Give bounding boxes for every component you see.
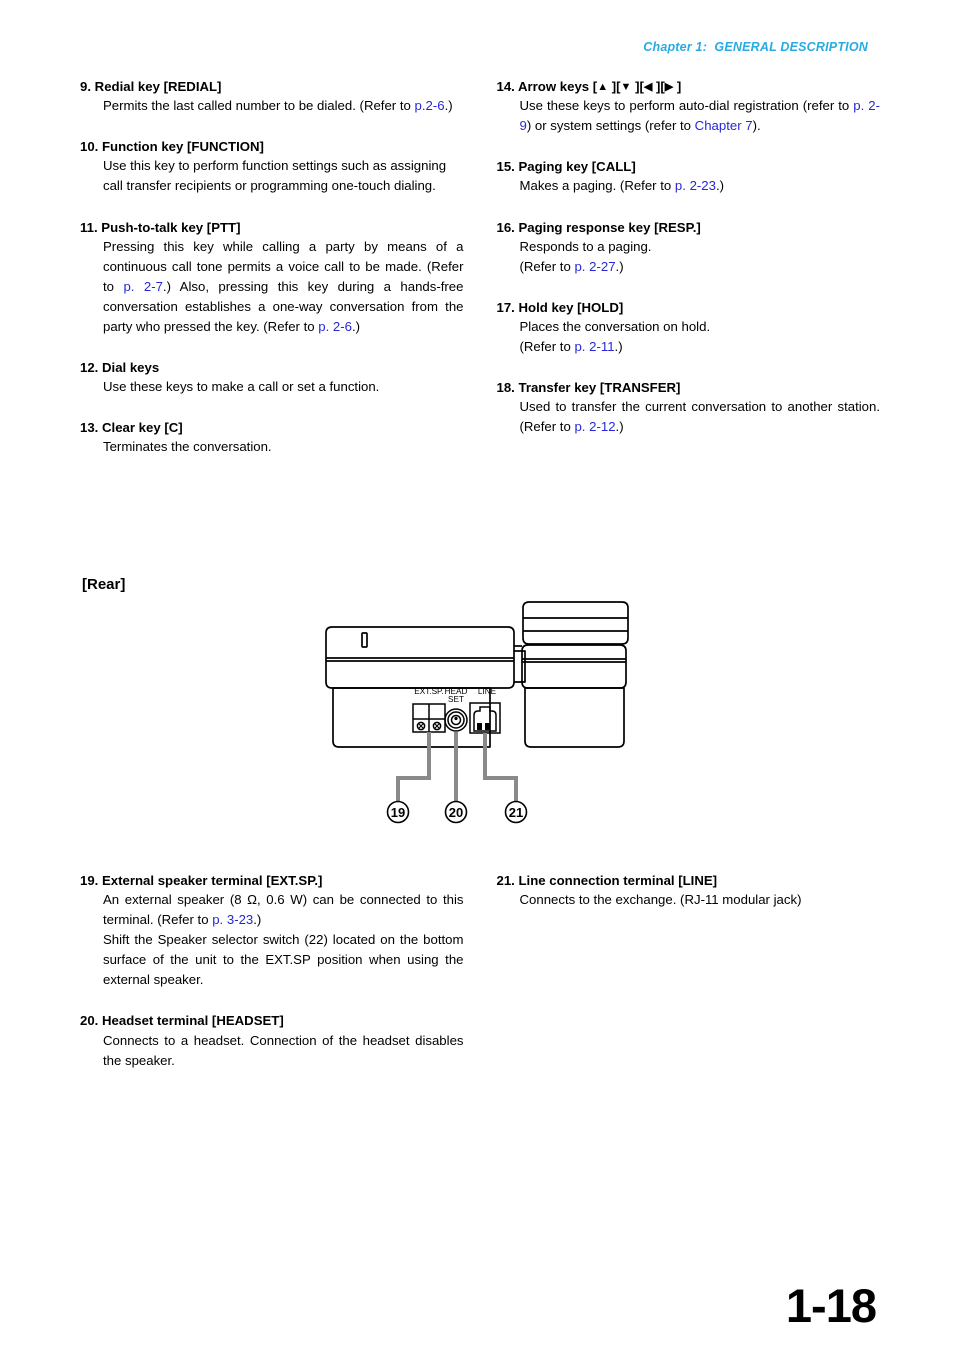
spec-entry-title: 16. Paging response key [RESP.] bbox=[497, 219, 881, 236]
spec-entry-number: 21. bbox=[496, 873, 519, 888]
spec-entry-title: 18. Transfer key [TRANSFER] bbox=[497, 379, 881, 396]
spec-entry-title-text: Push-to-talk key [PTT] bbox=[101, 219, 241, 235]
spec-entry-number: 17. bbox=[496, 299, 519, 315]
label-headset-line2: SET bbox=[448, 695, 464, 704]
callout-19: 19 bbox=[386, 800, 410, 824]
spec-entry-number: 14. bbox=[496, 79, 519, 94]
line-jack-contact-right bbox=[485, 723, 490, 730]
callout-20-label: 20 bbox=[449, 805, 463, 820]
spec-entry-number: 15. bbox=[496, 159, 519, 175]
spec-entry-title: 19. External speaker terminal [EXT.SP.] bbox=[80, 872, 464, 889]
spec-entry-title-text: Function key [FUNCTION] bbox=[102, 139, 264, 155]
unit-top-slot bbox=[361, 632, 368, 648]
spec-entry-body: Makes a paging. (Refer to p. 2-23.) bbox=[519, 178, 725, 194]
spec-entry-title-text: Transfer key [TRANSFER] bbox=[518, 380, 681, 396]
lower-right-column: 21. Line connection terminal [LINE] Conne… bbox=[497, 872, 881, 1071]
callout-group: 19 20 21 bbox=[386, 800, 528, 824]
ext-sp-screw-left-slot bbox=[418, 723, 424, 729]
callout-20: 20 bbox=[444, 800, 468, 824]
spec-entry: 18. Transfer key [TRANSFER] Used to trans… bbox=[497, 379, 881, 437]
spec-entry-title: 12. Dial keys bbox=[80, 359, 464, 376]
spec-entry-title: 17. Hold key [HOLD] bbox=[497, 299, 881, 316]
spec-entry-title: 11. Push-to-talk key [PTT] bbox=[80, 219, 464, 236]
label-line: LINE bbox=[478, 687, 497, 696]
handset-cradle-slab bbox=[521, 644, 627, 689]
spec-entry-body: Connects to the exchange. (RJ-11 modular… bbox=[519, 892, 802, 908]
spec-entry-title-text: External speaker terminal [EXT.SP.] bbox=[102, 873, 323, 888]
page-number: 1-18 bbox=[785, 1279, 877, 1332]
spec-entry-number: 10. bbox=[80, 139, 102, 155]
spec-entry-number: 20. bbox=[80, 1013, 102, 1029]
ext-sp-screw-right-slot bbox=[434, 723, 440, 729]
spec-entry-title-text: Redial key [REDIAL] bbox=[94, 79, 222, 94]
chapter-running-header: Chapter 1: GENERAL DESCRIPTION bbox=[643, 40, 868, 54]
spec-entry-title: 20. Headset terminal [HEADSET] bbox=[80, 1012, 464, 1029]
rear-section-heading: [Rear] bbox=[82, 576, 126, 593]
upper-body-columns: 9. Redial key [REDIAL] Permits the last c… bbox=[80, 78, 880, 457]
spec-entry: 9. Redial key [REDIAL] Permits the last c… bbox=[80, 78, 464, 116]
spec-entry-title-text: Arrow keys [▲ ][▼ ][◀ ][▶ ] bbox=[518, 79, 682, 94]
spec-entry-title: 10. Function key [FUNCTION] bbox=[80, 138, 464, 155]
spec-entry-body: Connects to a headset. Connection of the… bbox=[103, 1032, 464, 1068]
callout-21: 21 bbox=[504, 800, 528, 824]
spec-entry-title-text: Clear key [C] bbox=[102, 420, 183, 436]
spec-entry: 12. Dial keys Use these keys to make a ca… bbox=[80, 359, 464, 397]
spec-entry-title-text: Paging key [CALL] bbox=[518, 159, 636, 175]
spec-entry-title-text: Headset terminal [HEADSET] bbox=[102, 1013, 284, 1029]
lower-body-columns: 19. External speaker terminal [EXT.SP.] A… bbox=[80, 872, 880, 1071]
headset-jack-hole bbox=[454, 716, 458, 721]
spec-entry-title: 21. Line connection terminal [LINE] bbox=[497, 872, 881, 889]
spec-entry: 13. Clear key [C] Terminates the conversa… bbox=[80, 419, 464, 457]
callout-19-label: 19 bbox=[391, 805, 405, 820]
spec-entry-title-text: Paging response key [RESP.] bbox=[518, 219, 701, 235]
spec-entry-body: Used to transfer the current conversatio… bbox=[519, 399, 881, 435]
spec-entry: 17. Hold key [HOLD] Places the conversati… bbox=[497, 299, 881, 357]
spec-entry-number: 19. bbox=[80, 873, 102, 888]
spec-entry-body: Responds to a paging. (Refer to p. 2-27.) bbox=[519, 238, 652, 274]
handset-neck bbox=[514, 650, 526, 683]
spec-entry-title: 13. Clear key [C] bbox=[80, 419, 464, 436]
spec-entry: 10. Function key [FUNCTION] Use this key … bbox=[80, 138, 464, 196]
spec-entry-number: 12. bbox=[80, 359, 102, 375]
spec-entry-body: Use this key to perform function setting… bbox=[103, 158, 447, 194]
rear-view-figure: EXT.SP. HEAD SET LINE 19 20 21 bbox=[310, 598, 655, 848]
spec-entry: 16. Paging response key [RESP.] Responds … bbox=[497, 219, 881, 277]
spec-entry: 21. Line connection terminal [LINE] Conne… bbox=[497, 872, 881, 910]
spec-entry-body: Pressing this key while calling a party … bbox=[103, 238, 464, 334]
callout-21-label: 21 bbox=[509, 805, 523, 820]
spec-entry-number: 16. bbox=[496, 219, 519, 235]
handset-cradle-lower bbox=[524, 687, 625, 748]
spec-entry-title: 14. Arrow keys [▲ ][▼ ][◀ ][▶ ] bbox=[497, 78, 881, 95]
spec-entry-title: 15. Paging key [CALL] bbox=[497, 158, 881, 175]
spec-entry-number: 13. bbox=[80, 420, 102, 436]
spec-entry-body: Terminates the conversation. bbox=[103, 439, 272, 455]
label-ext-sp: EXT.SP. bbox=[414, 687, 443, 696]
spec-entry: 15. Paging key [CALL] Makes a paging. (Re… bbox=[497, 158, 881, 196]
spec-entry-body: Use these keys to make a call or set a f… bbox=[103, 379, 380, 395]
spec-entry-body: Use these keys to perform auto-dial regi… bbox=[519, 98, 881, 134]
upper-left-column: 9. Redial key [REDIAL] Permits the last c… bbox=[80, 78, 464, 457]
handset-top-block bbox=[522, 601, 629, 645]
lower-left-column: 19. External speaker terminal [EXT.SP.] A… bbox=[80, 872, 464, 1071]
spec-entry-title-text: Line connection terminal [LINE] bbox=[518, 873, 718, 888]
spec-entry-body: An external speaker (8 Ω, 0.6 W) can be … bbox=[103, 892, 464, 988]
spec-entry: 20. Headset terminal [HEADSET] Connects t… bbox=[80, 1012, 464, 1070]
spec-entry-number: 18. bbox=[496, 380, 519, 396]
spec-entry-title-text: Dial keys bbox=[102, 359, 160, 375]
spec-entry-number: 11. bbox=[80, 219, 102, 235]
spec-entry-body: Places the conversation on hold. (Refer t… bbox=[519, 318, 711, 354]
spec-entry-number: 9. bbox=[80, 79, 95, 94]
upper-right-column: 14. Arrow keys [▲ ][▼ ][◀ ][▶ ] Use these… bbox=[497, 78, 881, 457]
line-jack-contact-left bbox=[477, 723, 482, 730]
leader-line-19 bbox=[396, 732, 431, 802]
spec-entry: 11. Push-to-talk key [PTT] Pressing this … bbox=[80, 219, 464, 337]
spec-entry-title: 9. Redial key [REDIAL] bbox=[80, 78, 464, 95]
spec-entry-title-text: Hold key [HOLD] bbox=[518, 299, 624, 315]
spec-entry: 19. External speaker terminal [EXT.SP.] A… bbox=[80, 872, 464, 990]
spec-entry-body: Permits the last called number to be dia… bbox=[103, 98, 453, 114]
spec-entry: 14. Arrow keys [▲ ][▼ ][◀ ][▶ ] Use these… bbox=[497, 78, 881, 136]
